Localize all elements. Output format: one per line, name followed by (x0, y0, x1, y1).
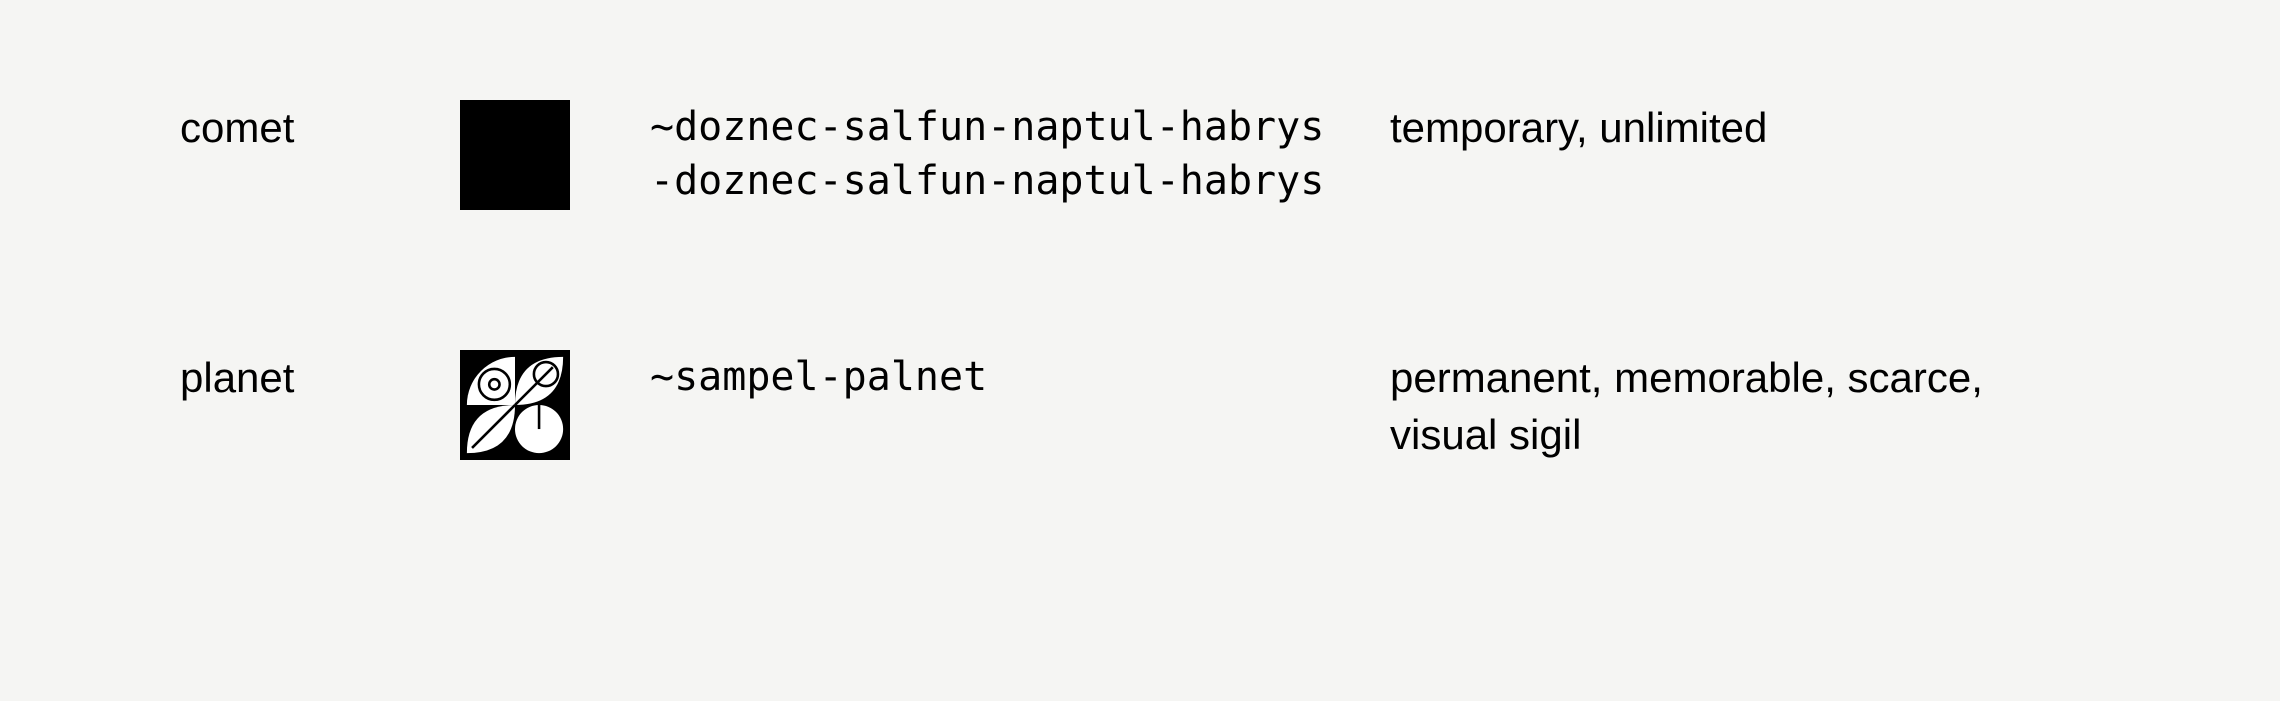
comet-sigil-cell (460, 100, 650, 210)
planet-sigil-cell (460, 350, 650, 460)
planet-description: permanent, memorable, scarce, visual sig… (1390, 350, 2100, 463)
comet-name: ~doznec-salfun-naptul-habrys -doznec-sal… (650, 100, 1390, 208)
planet-row: planet (180, 350, 2100, 463)
comet-label: comet (180, 100, 460, 157)
planet-label: planet (180, 350, 460, 407)
planet-sigil-icon (460, 350, 570, 460)
comet-description: temporary, unlimited (1390, 100, 2100, 157)
comet-sigil-icon (460, 100, 570, 210)
comet-row: comet ~doznec-salfun-naptul-habrys -dozn… (180, 100, 2100, 210)
planet-name: ~sampel-palnet (650, 350, 1390, 404)
